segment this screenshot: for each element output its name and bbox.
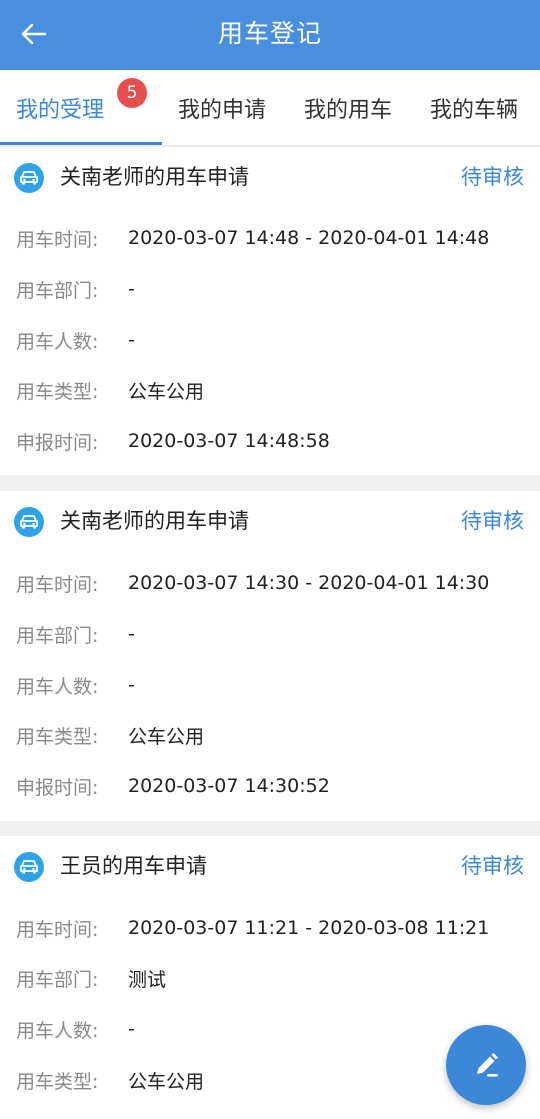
department-value: 测试 [128, 968, 167, 991]
request-title: 王员的用车申请 [60, 854, 207, 878]
request-title: 关南老师的用车申请 [60, 165, 249, 189]
passenger-count-value: - [128, 1018, 135, 1040]
usage-type-value: 公车公用 [128, 1070, 205, 1093]
tab-my-vehicles[interactable]: 我的车辆 [430, 70, 518, 146]
department-row: 用车部门: - [0, 619, 540, 649]
tab-my-requests[interactable]: 我的申请 [178, 70, 266, 146]
usage-time-value: 2020-03-07 11:21 - 2020-03-08 11:21 [128, 917, 490, 939]
usage-type-row: 用车类型: 公车公用 [0, 375, 540, 405]
page-title: 用车登记 [217, 19, 322, 48]
usage-type-value: 公车公用 [128, 380, 205, 403]
submit-time-row: 申报时间: 2020-03-07 14:30:52 [0, 771, 540, 801]
department-value: - [128, 278, 135, 300]
usage-time-row: 用车时间: 2020-03-07 11:21 - 2020-03-08 11:2… [0, 913, 540, 943]
field-label: 用车人数: [16, 1019, 99, 1042]
usage-time-value: 2020-03-07 14:48 - 2020-04-01 14:48 [128, 227, 490, 249]
field-label: 用车时间: [16, 228, 99, 251]
field-label: 用车人数: [16, 330, 99, 353]
field-label: 申报时间: [16, 776, 99, 799]
field-label: 用车时间: [16, 918, 99, 941]
pen-edit-icon [477, 1053, 498, 1077]
tab-my-car-usage[interactable]: 我的用车 [304, 70, 392, 146]
passenger-count-value: - [128, 329, 135, 351]
usage-time-value: 2020-03-07 14:30 - 2020-04-01 14:30 [128, 572, 490, 594]
field-label: 用车部门: [16, 968, 99, 991]
tab-label: 我的受理 [16, 98, 105, 123]
usage-time-row: 用车时间: 2020-03-07 14:30 - 2020-04-01 14:3… [0, 568, 540, 598]
tab-bar: 我的受理 5 我的申请 我的用车 我的车辆 [0, 70, 540, 146]
new-request-button[interactable] [446, 1025, 526, 1105]
status-label: 待审核 [461, 854, 524, 878]
department-row: 用车部门: - [0, 274, 540, 304]
card-header: 关南老师的用车申请 待审核 [0, 147, 540, 207]
status-label: 待审核 [461, 165, 524, 189]
passenger-count-value: - [128, 674, 135, 696]
car-icon [14, 852, 44, 882]
card-header: 王员的用车申请 待审核 [0, 836, 540, 896]
usage-type-value: 公车公用 [128, 725, 205, 748]
car-icon [14, 507, 44, 537]
field-label: 申报时间: [16, 431, 99, 454]
field-label: 用车类型: [16, 725, 99, 748]
field-label: 用车类型: [16, 380, 99, 403]
field-label: 用车部门: [16, 279, 99, 302]
tab-label: 我的申请 [178, 98, 267, 123]
request-title: 关南老师的用车申请 [60, 509, 249, 533]
field-label: 用车时间: [16, 573, 99, 596]
passenger-count-row: 用车人数: - [0, 670, 540, 700]
field-label: 用车部门: [16, 624, 99, 647]
department-value: - [128, 623, 135, 645]
unread-count-badge: 5 [117, 78, 147, 108]
tab-label: 我的车辆 [430, 98, 519, 123]
request-card[interactable]: 关南老师的用车申请 待审核 用车时间: 2020-03-07 14:30 - 2… [0, 491, 540, 821]
active-tab-indicator [0, 142, 162, 145]
status-label: 待审核 [461, 509, 524, 533]
field-label: 用车人数: [16, 675, 99, 698]
card-header: 关南老师的用车申请 待审核 [0, 491, 540, 551]
car-icon [14, 163, 44, 193]
tab-label: 我的用车 [304, 98, 393, 123]
usage-type-row: 用车类型: 公车公用 [0, 720, 540, 750]
submit-time-value: 2020-03-07 14:30:52 [128, 775, 330, 797]
submit-time-value: 2020-03-07 14:48:58 [128, 430, 330, 452]
department-row: 用车部门: 测试 [0, 963, 540, 993]
passenger-count-row: 用车人数: - [0, 325, 540, 355]
usage-time-row: 用车时间: 2020-03-07 14:48 - 2020-04-01 14:4… [0, 223, 540, 253]
request-card[interactable]: 关南老师的用车申请 待审核 用车时间: 2020-03-07 14:48 - 2… [0, 147, 540, 475]
field-label: 用车类型: [16, 1070, 99, 1093]
tab-my-handling[interactable]: 我的受理 [16, 70, 104, 146]
submit-time-row: 申报时间: 2020-03-07 14:48:58 [0, 426, 540, 456]
app-header: 用车登记 [0, 0, 540, 70]
